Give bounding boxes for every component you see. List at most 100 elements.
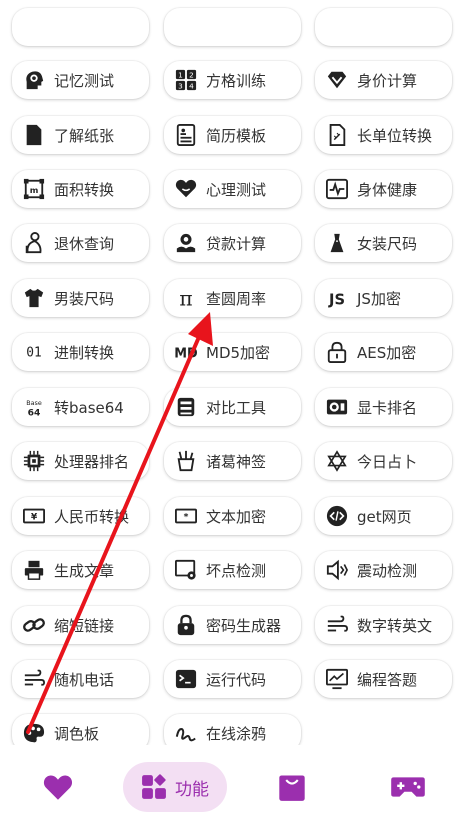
nav-features-label: 功能 <box>175 779 209 800</box>
nav-features[interactable]: 功能 <box>123 762 227 812</box>
feature-card-label: 转base64 <box>54 398 124 417</box>
feature-card-label: 女装尺码 <box>357 234 418 253</box>
lock-icon <box>325 340 349 364</box>
feature-card[interactable]: 震动检测 <box>315 551 452 589</box>
feature-card[interactable]: 在线涂鸦 <box>164 714 301 745</box>
dress-icon <box>325 231 349 255</box>
feature-card-label: 对比工具 <box>206 398 267 417</box>
compare-icon <box>174 395 198 419</box>
feature-card[interactable]: 运行代码 <box>164 660 301 698</box>
feature-card[interactable]: 对比工具 <box>164 388 301 426</box>
feature-card-partial[interactable] <box>164 8 301 46</box>
feature-card[interactable]: 身价计算 <box>315 61 452 99</box>
svg-text:4: 4 <box>189 82 194 91</box>
ruler-doc-icon <box>325 123 349 147</box>
feature-card[interactable]: 数字转英文 <box>315 606 452 644</box>
feature-card[interactable]: 贷款计算 <box>164 224 301 262</box>
text-encrypt-icon: * <box>174 504 198 528</box>
feature-card[interactable]: 退休查询 <box>12 224 149 262</box>
feature-card[interactable]: 心理测试 <box>164 170 301 208</box>
feature-card[interactable]: 记忆测试 <box>12 61 149 99</box>
shopping-bag-icon <box>279 775 305 801</box>
feature-card[interactable]: 调色板 <box>12 714 149 745</box>
feature-card[interactable]: get网页 <box>315 497 452 535</box>
feature-card-label: 运行代码 <box>206 670 267 689</box>
js-icon: JS <box>325 286 349 310</box>
feature-card[interactable]: 显卡排名 <box>315 388 452 426</box>
number-grid-icon: 1234 <box>174 68 198 92</box>
terminal-icon <box>174 667 198 691</box>
pulse-chart-icon <box>325 177 349 201</box>
feature-card-label: 记忆测试 <box>54 71 115 90</box>
feature-card[interactable]: 长单位转换 <box>315 116 452 154</box>
feature-card-label: 随机电话 <box>54 670 115 689</box>
pi-icon: π <box>174 286 198 310</box>
svg-text:¥: ¥ <box>31 512 38 523</box>
svg-text:Base: Base <box>26 399 42 407</box>
feature-card[interactable]: 简历模板 <box>164 116 301 154</box>
feature-card[interactable]: 处理器排名 <box>12 442 149 480</box>
svg-text:01: 01 <box>26 346 41 361</box>
code-icon <box>325 504 349 528</box>
feature-card[interactable]: Base 64 转base64 <box>12 388 149 426</box>
nav-shop[interactable] <box>264 762 320 812</box>
svg-text:2: 2 <box>189 71 194 80</box>
feature-card[interactable]: 诸葛神签 <box>164 442 301 480</box>
feature-card[interactable]: 随机电话 <box>12 660 149 698</box>
feature-card-label: 在线涂鸦 <box>206 724 267 743</box>
feature-card-label: AES加密 <box>357 343 417 362</box>
feature-card[interactable]: JS JS加密 <box>315 279 452 317</box>
padlock-icon <box>174 613 198 637</box>
feature-card-label: 面积转换 <box>54 180 115 199</box>
feature-card[interactable]: * 文本加密 <box>164 497 301 535</box>
screen-gear-icon <box>174 558 198 582</box>
link-icon <box>22 613 46 637</box>
diamond-icon <box>325 68 349 92</box>
feature-card[interactable]: 1 2 3 4 方格训练 <box>164 61 301 99</box>
feature-card-partial[interactable] <box>12 8 149 46</box>
nav-favorites[interactable] <box>30 762 86 812</box>
svg-text:64: 64 <box>28 407 41 418</box>
feature-card-label: 今日占卜 <box>357 452 418 471</box>
feature-card[interactable]: 女装尺码 <box>315 224 452 262</box>
feature-card-label: 密码生成器 <box>206 616 282 635</box>
feature-card-partial[interactable] <box>315 8 452 46</box>
feature-card[interactable]: π 查圆周率 <box>164 279 301 317</box>
heart-icon <box>43 775 73 800</box>
palette-icon <box>22 721 46 745</box>
feature-card[interactable]: AES加密 <box>315 333 452 371</box>
feature-card-label: 坏点检测 <box>206 561 267 580</box>
feature-card[interactable]: 今日占卜 <box>315 442 452 480</box>
svg-text:m: m <box>30 185 39 195</box>
feature-card[interactable]: 缩短链接 <box>12 606 149 644</box>
feature-card[interactable]: 身体健康 <box>315 170 452 208</box>
feature-card[interactable]: 了解纸张 <box>12 116 149 154</box>
feature-card[interactable]: 男装尺码 <box>12 279 149 317</box>
star-of-david-icon <box>325 449 349 473</box>
gpu-icon <box>325 395 349 419</box>
loan-hand-icon <box>174 231 198 255</box>
fortune-jar-icon <box>174 449 198 473</box>
feature-card[interactable]: 编程答题 <box>315 660 452 698</box>
feature-card-label: 处理器排名 <box>54 452 130 471</box>
feature-card[interactable]: MD MD5加密 <box>164 333 301 371</box>
vibrate-icon <box>325 558 349 582</box>
brain-head-icon <box>22 68 46 92</box>
feature-card[interactable]: m 面积转换 <box>12 170 149 208</box>
feature-card[interactable]: 密码生成器 <box>164 606 301 644</box>
feature-card-label: JS加密 <box>357 289 401 308</box>
feature-card[interactable]: 01 进制转换 <box>12 333 149 371</box>
feature-card-label: 文本加密 <box>206 507 267 526</box>
bottom-nav: 功能 <box>0 745 466 830</box>
feature-card-label: 显卡排名 <box>357 398 418 417</box>
nav-games[interactable] <box>380 762 436 812</box>
feature-card[interactable]: ¥ 人民币转换 <box>12 497 149 535</box>
feature-card-label: 编程答题 <box>357 670 418 689</box>
feature-card-label: MD5加密 <box>206 343 271 362</box>
md5-icon: MD <box>174 340 198 364</box>
feature-card[interactable]: 生成文章 <box>12 551 149 589</box>
monitor-chart-icon <box>325 667 349 691</box>
feature-card[interactable]: 坏点检测 <box>164 551 301 589</box>
svg-text:JS: JS <box>328 291 345 308</box>
binary-icon: 01 <box>22 340 46 364</box>
